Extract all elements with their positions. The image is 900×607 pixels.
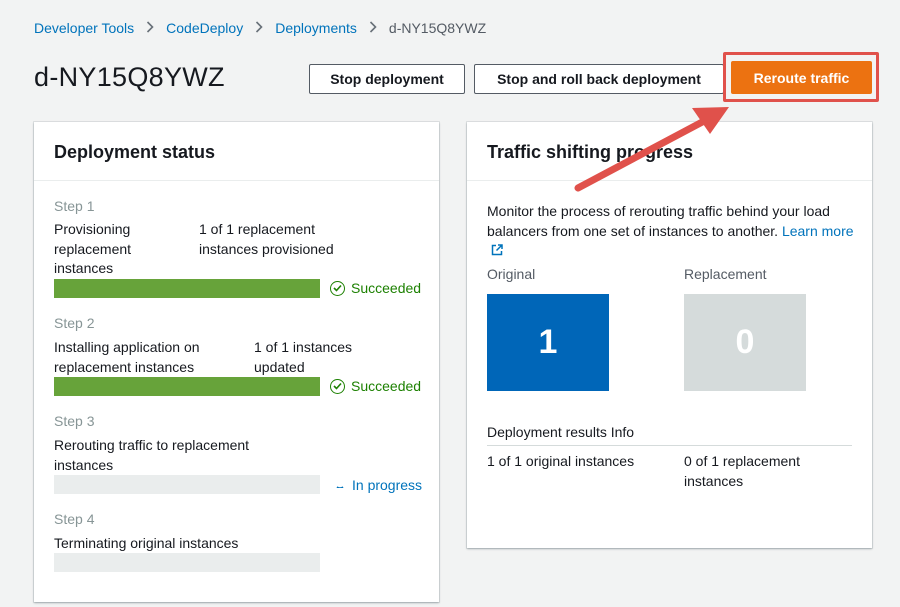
external-link-icon	[491, 242, 503, 262]
step-2-name: Installing application on replacement in…	[54, 339, 200, 375]
breadcrumb-current: d-NY15Q8YWZ	[388, 20, 487, 36]
deployment-results-label: Deployment results Info	[487, 424, 635, 440]
traffic-description: Monitor the process of rerouting traffic…	[487, 202, 857, 262]
traffic-shifting-panel: Traffic shifting progress Monitor the pr…	[467, 122, 872, 548]
step-3-label: Step 3	[54, 413, 95, 429]
check-circle-icon	[330, 280, 345, 296]
deployment-status-title: Deployment status	[34, 122, 439, 181]
deployment-status-panel: Deployment status Step 1 Provisioning re…	[34, 122, 439, 602]
learn-more-text: Learn more	[781, 222, 854, 239]
chevron-right-icon	[146, 20, 154, 36]
spinner-icon	[336, 482, 344, 488]
traffic-shifting-title: Traffic shifting progress	[467, 122, 872, 181]
step-2-detail: 1 of 1 instances updated	[254, 339, 353, 375]
step-2-status-text: Succeeded	[351, 378, 422, 394]
step-1-progress-fill	[54, 279, 320, 298]
step-3-progress-bar	[54, 475, 320, 494]
step-1-detail: 1 of 1 replacement instances provisioned	[199, 221, 334, 257]
step-1-name: Provisioning replacement instances	[54, 221, 132, 276]
replacement-count: 0	[735, 323, 755, 361]
step-2-status: Succeeded	[330, 378, 421, 394]
step-4-name: Terminating original instances	[54, 535, 239, 551]
chevron-right-icon	[369, 20, 377, 36]
step-1-status-text: Succeeded	[351, 280, 422, 296]
breadcrumb-deployments[interactable]: Deployments	[275, 20, 357, 36]
breadcrumb-codedeploy[interactable]: CodeDeploy	[166, 20, 243, 36]
original-label: Original	[487, 266, 536, 282]
step-4-progress-bar	[54, 553, 320, 572]
original-count-tile: 1	[487, 294, 609, 391]
results-divider	[487, 445, 852, 446]
step-2-progress-fill	[54, 377, 320, 396]
stop-deployment-button[interactable]: Stop deployment	[309, 64, 465, 94]
replacement-label: Replacement	[684, 266, 767, 282]
check-circle-icon	[330, 378, 345, 394]
reroute-traffic-button[interactable]: Reroute traffic	[731, 61, 872, 94]
breadcrumb: Developer Tools CodeDeploy Deployments d…	[34, 20, 486, 36]
original-result: 1 of 1 original instances	[487, 453, 635, 469]
stop-and-rollback-button[interactable]: Stop and roll back deployment	[474, 64, 724, 94]
step-4-label: Step 4	[54, 511, 95, 527]
step-2-label: Step 2	[54, 315, 95, 331]
step-3-status-text: In progress	[352, 477, 423, 493]
original-count: 1	[538, 323, 558, 361]
step-1-progress-bar	[54, 279, 320, 298]
step-3-status: In progress	[336, 477, 422, 493]
chevron-right-icon	[255, 20, 263, 36]
step-1-status: Succeeded	[330, 280, 421, 296]
breadcrumb-developer-tools[interactable]: Developer Tools	[34, 20, 134, 36]
replacement-count-tile: 0	[684, 294, 806, 391]
replacement-result: 0 of 1 replacement instances	[684, 453, 800, 489]
step-3-name: Rerouting traffic to replacement instanc…	[54, 437, 250, 473]
page-title: d-NY15Q8YWZ	[34, 62, 225, 92]
step-1-label: Step 1	[54, 198, 95, 214]
step-2-progress-bar	[54, 377, 320, 396]
traffic-description-text: Monitor the process of rerouting traffic…	[487, 203, 830, 239]
